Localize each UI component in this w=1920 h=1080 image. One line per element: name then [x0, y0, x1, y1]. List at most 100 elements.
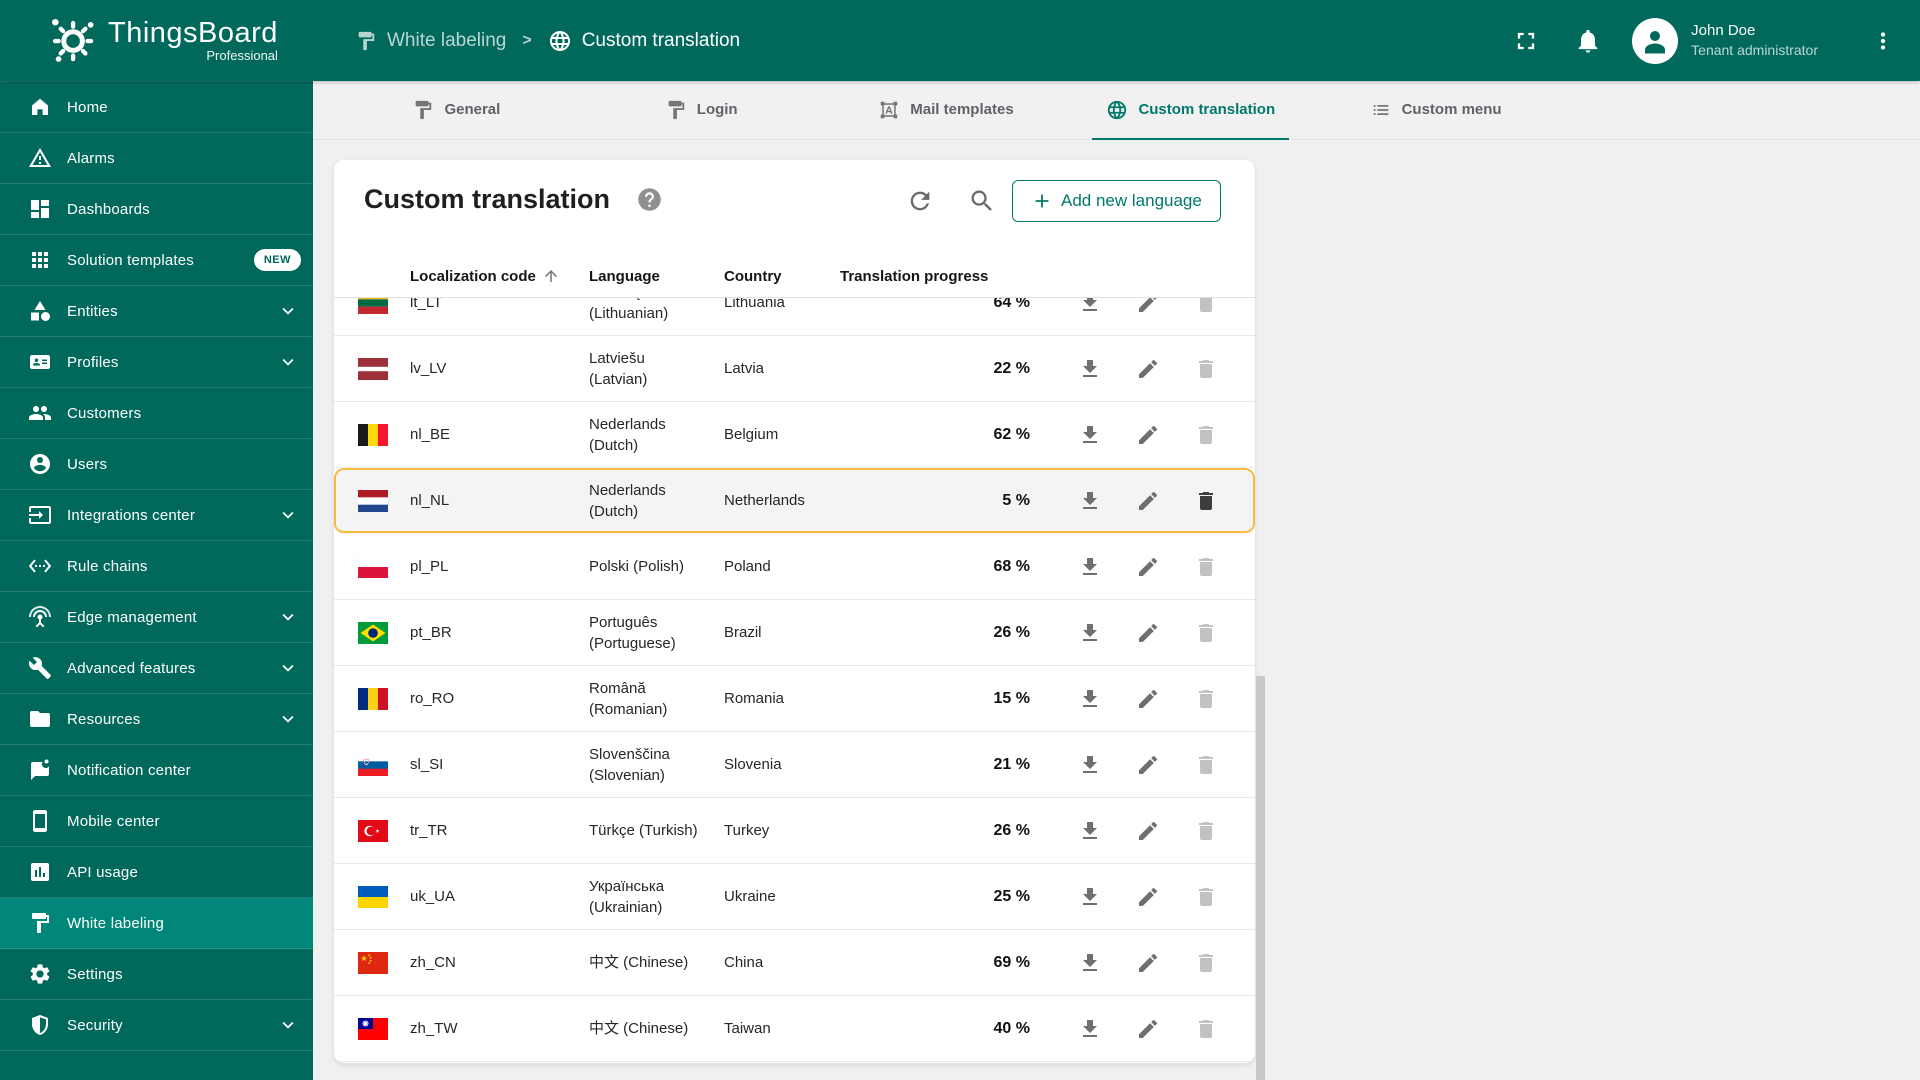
sidebar-item-entities[interactable]: Entities: [0, 286, 313, 337]
table-row-pl_PL[interactable]: pl_PL Polski (Polish) Poland 68 %: [334, 534, 1255, 600]
table-row-nl_BE[interactable]: nl_BE Nederlands (Dutch) Belgium 62 %: [334, 402, 1255, 468]
sidebar-item-mobile-center[interactable]: Mobile center: [0, 796, 313, 847]
sidebar-item-profiles[interactable]: Profiles: [0, 337, 313, 388]
delete-button[interactable]: [1186, 943, 1226, 983]
progress-percent: 22 %: [993, 359, 1030, 377]
folder-icon: [28, 707, 52, 731]
delete-button[interactable]: [1186, 481, 1226, 521]
delete-button[interactable]: [1186, 811, 1226, 851]
help-icon[interactable]: [636, 186, 663, 213]
download-button[interactable]: [1070, 943, 1110, 983]
edit-button[interactable]: [1128, 745, 1168, 785]
tab-mail-templates[interactable]: Mail templates: [824, 81, 1069, 140]
tab-login[interactable]: Login: [579, 81, 824, 140]
delete-button[interactable]: [1186, 613, 1226, 653]
download-button[interactable]: [1070, 679, 1110, 719]
column-header-country[interactable]: Country: [724, 268, 840, 285]
download-button[interactable]: [1070, 349, 1110, 389]
download-button[interactable]: [1070, 1009, 1110, 1049]
sidebar-item-security[interactable]: Security: [0, 1000, 313, 1051]
table-row-lv_LV[interactable]: lv_LV Latviešu (Latvian) Latvia 22 %: [334, 336, 1255, 402]
progress-percent: 64 %: [993, 298, 1030, 311]
tab-general[interactable]: General: [334, 81, 579, 140]
country: Slovenia: [724, 756, 782, 773]
sidebar-item-home[interactable]: Home: [0, 82, 313, 133]
scrollbar-thumb[interactable]: [1256, 676, 1265, 1080]
sidebar-item-settings[interactable]: Settings: [0, 949, 313, 1000]
progress-percent: 69 %: [993, 953, 1030, 971]
delete-button[interactable]: [1186, 415, 1226, 455]
column-header-translation-progress[interactable]: Translation progress: [840, 268, 1030, 285]
table-row-ro_RO[interactable]: ro_RO Română (Romanian) Romania 15 %: [334, 666, 1255, 732]
app-logo[interactable]: ThingsBoard Professional: [46, 14, 278, 66]
download-button[interactable]: [1070, 547, 1110, 587]
edit-button[interactable]: [1128, 679, 1168, 719]
sidebar-item-integrations-center[interactable]: Integrations center: [0, 490, 313, 541]
delete-button[interactable]: [1186, 679, 1226, 719]
table-row-nl_NL[interactable]: nl_NL Nederlands (Dutch) Netherlands 5 %: [334, 468, 1255, 534]
download-button[interactable]: [1070, 481, 1110, 521]
table-row-lt_LT[interactable]: lt_LT Lietuvių (Lithuanian) Lithuania 64…: [334, 298, 1255, 336]
language-name-english: (Dutch): [589, 502, 639, 520]
delete-button[interactable]: [1186, 1009, 1226, 1049]
sidebar-item-solution-templates[interactable]: Solution templates NEW: [0, 235, 313, 286]
user-menu[interactable]: John Doe Tenant administrator: [1691, 21, 1818, 60]
download-button[interactable]: [1070, 745, 1110, 785]
tab-custom-translation[interactable]: Custom translation: [1068, 81, 1313, 140]
sidebar-item-advanced-features[interactable]: Advanced features: [0, 643, 313, 694]
download-button[interactable]: [1070, 811, 1110, 851]
download-button[interactable]: [1070, 415, 1110, 455]
edit-button[interactable]: [1128, 547, 1168, 587]
refresh-button[interactable]: [906, 187, 934, 215]
edit-button[interactable]: [1128, 1009, 1168, 1049]
avatar[interactable]: [1632, 17, 1679, 64]
language-name: Nederlands: [589, 481, 666, 499]
edit-button[interactable]: [1128, 415, 1168, 455]
more-menu-button[interactable]: [1870, 28, 1896, 54]
column-header-language[interactable]: Language: [589, 268, 724, 285]
delete-button[interactable]: [1186, 349, 1226, 389]
tab-custom-menu[interactable]: Custom menu: [1313, 81, 1558, 140]
delete-button[interactable]: [1186, 877, 1226, 917]
edit-button[interactable]: [1128, 349, 1168, 389]
edit-button[interactable]: [1128, 613, 1168, 653]
localization-code: nl_BE: [410, 426, 451, 443]
download-button[interactable]: [1070, 298, 1110, 323]
table-row-sl_SI[interactable]: sl_SI Slovenščina (Slovenian) Slovenia 2…: [334, 732, 1255, 798]
sidebar-item-customers[interactable]: Customers: [0, 388, 313, 439]
edit-button[interactable]: [1128, 943, 1168, 983]
table-row-zh_CN[interactable]: zh_CN 中文 (Chinese) China 69 %: [334, 930, 1255, 996]
sidebar-item-dashboards[interactable]: Dashboards: [0, 184, 313, 235]
delete-button[interactable]: [1186, 298, 1226, 323]
sidebar-item-users[interactable]: Users: [0, 439, 313, 490]
edit-button[interactable]: [1128, 481, 1168, 521]
table-row-tr_TR[interactable]: tr_TR Türkçe (Turkish) Turkey 26 %: [334, 798, 1255, 864]
chevron-down-icon: [277, 708, 299, 730]
notifications-button[interactable]: [1574, 27, 1602, 55]
edit-button[interactable]: [1128, 298, 1168, 323]
table-row-uk_UA[interactable]: uk_UA Українська (Ukrainian) Ukraine 25 …: [334, 864, 1255, 930]
delete-button[interactable]: [1186, 745, 1226, 785]
edit-button[interactable]: [1128, 877, 1168, 917]
delete-button[interactable]: [1186, 547, 1226, 587]
table-row-zh_TW[interactable]: zh_TW 中文 (Chinese) Taiwan 40 %: [334, 996, 1255, 1062]
sidebar-item-edge-management[interactable]: Edge management: [0, 592, 313, 643]
country: Latvia: [724, 360, 765, 377]
table-row-pt_BR[interactable]: pt_BR Português (Portuguese) Brazil 26 %: [334, 600, 1255, 666]
sidebar-item-notification-center[interactable]: Notification center: [0, 745, 313, 796]
download-button[interactable]: [1070, 613, 1110, 653]
search-button[interactable]: [968, 187, 996, 215]
fullscreen-button[interactable]: [1512, 27, 1540, 55]
apps-icon: [28, 248, 52, 272]
sidebar-item-white-labeling[interactable]: White labeling: [0, 898, 313, 949]
app-header: ThingsBoard Professional White labeling …: [0, 0, 1920, 81]
sidebar-item-rule-chains[interactable]: Rule chains: [0, 541, 313, 592]
add-language-button[interactable]: Add new language: [1012, 180, 1221, 222]
edit-button[interactable]: [1128, 811, 1168, 851]
download-button[interactable]: [1070, 877, 1110, 917]
sidebar-item-resources[interactable]: Resources: [0, 694, 313, 745]
column-header-localization-code[interactable]: Localization code: [410, 267, 589, 285]
breadcrumb-section[interactable]: White labeling: [355, 30, 506, 52]
sidebar-item-api-usage[interactable]: API usage: [0, 847, 313, 898]
sidebar-item-alarms[interactable]: Alarms: [0, 133, 313, 184]
